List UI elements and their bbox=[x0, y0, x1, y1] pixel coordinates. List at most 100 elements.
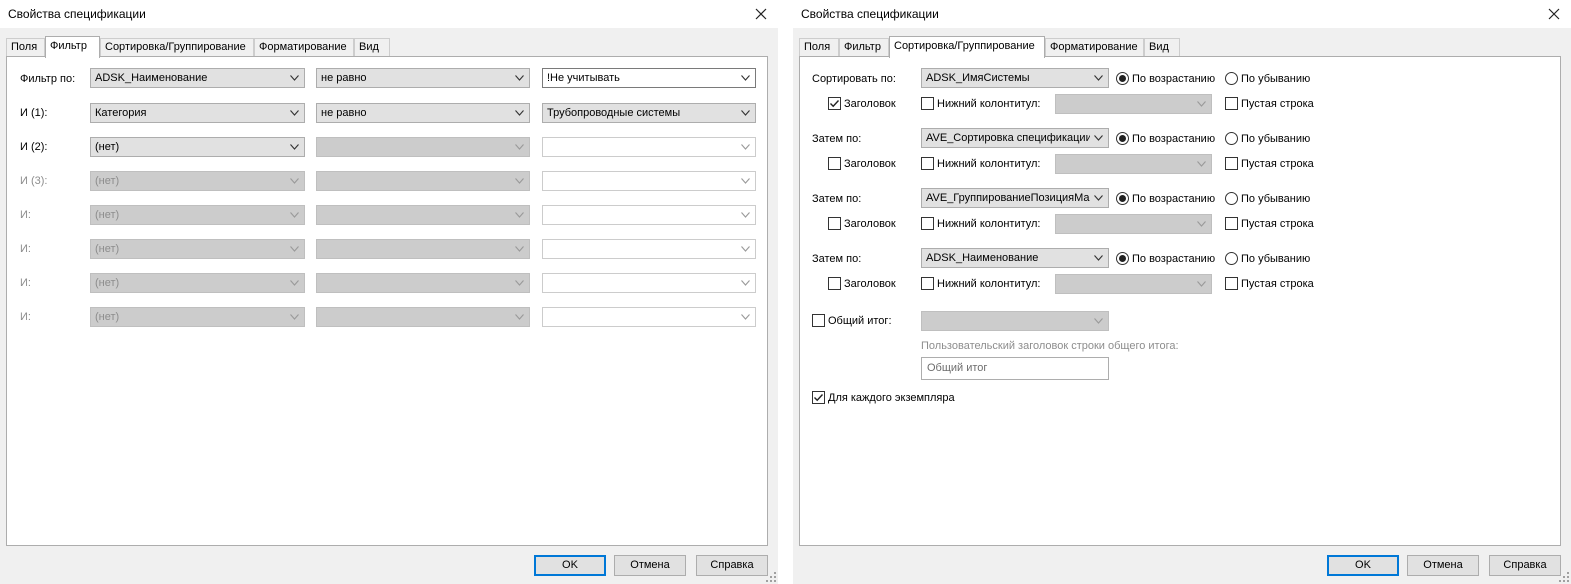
filter-panel bbox=[6, 56, 768, 546]
ascending-radio[interactable] bbox=[1116, 72, 1129, 85]
chevron-down-icon bbox=[1094, 318, 1103, 324]
filter-value-select[interactable]: !Не учитывать bbox=[542, 68, 756, 88]
header-checkbox[interactable] bbox=[828, 97, 841, 110]
close-icon bbox=[1548, 8, 1560, 20]
footer-checkbox[interactable] bbox=[921, 277, 934, 290]
footer-type-select bbox=[1055, 94, 1212, 114]
ascending-radio[interactable] bbox=[1116, 192, 1129, 205]
tab-strip: Поля Фильтр Сортировка/Группирование Фор… bbox=[6, 36, 778, 58]
grand-total-title-input[interactable]: Общий итог bbox=[921, 357, 1109, 380]
resize-grip-icon[interactable] bbox=[1559, 572, 1569, 582]
tab-filter[interactable]: Фильтр bbox=[45, 36, 100, 58]
radio-dot bbox=[1119, 195, 1126, 202]
filter-value-select bbox=[542, 137, 756, 157]
dialog-title: Свойства спецификации bbox=[801, 7, 939, 21]
custom-total-title-label: Пользовательский заголовок строки общего… bbox=[921, 340, 1179, 352]
help-button[interactable]: Справка bbox=[1489, 555, 1561, 576]
tab-formatting[interactable]: Форматирование bbox=[254, 38, 354, 57]
tab-sorting-grouping[interactable]: Сортировка/Группирование bbox=[100, 38, 254, 57]
checkmark-icon bbox=[830, 100, 840, 108]
sort-field-select[interactable]: AVE_ГруппированиеПозицияМар bbox=[921, 188, 1109, 208]
chevron-down-icon bbox=[290, 144, 299, 150]
filter-value-select[interactable]: Трубопроводные системы bbox=[542, 103, 756, 123]
filter-field-value: (нет) bbox=[95, 141, 120, 153]
every-instance-checkbox[interactable] bbox=[812, 391, 825, 404]
filter-operator-select[interactable]: не равно bbox=[316, 103, 530, 123]
filter-field-select[interactable]: Категория bbox=[90, 103, 305, 123]
blank-line-checkbox[interactable] bbox=[1225, 277, 1238, 290]
footer-checkbox[interactable] bbox=[921, 157, 934, 170]
chevron-down-icon bbox=[515, 144, 524, 150]
sort-field-value: ADSK_Наименование bbox=[926, 252, 1039, 264]
footer-label: Нижний колонтитул: bbox=[937, 98, 1041, 110]
filter-operator-value: не равно bbox=[321, 107, 367, 119]
filter-field-select[interactable]: ADSK_Наименование bbox=[90, 68, 305, 88]
sort-field-select[interactable]: ADSK_ИмяСистемы bbox=[921, 68, 1109, 88]
chevron-down-icon bbox=[515, 212, 524, 218]
sort-field-select[interactable]: AVE_Сортировка спецификации bbox=[921, 128, 1109, 148]
blank-line-checkbox[interactable] bbox=[1225, 217, 1238, 230]
resize-grip-icon[interactable] bbox=[766, 572, 776, 582]
filter-field-select: (нет) bbox=[90, 273, 305, 293]
close-button[interactable] bbox=[1543, 3, 1565, 25]
sort-field-select[interactable]: ADSK_Наименование bbox=[921, 248, 1109, 268]
tab-fields[interactable]: Поля bbox=[6, 38, 45, 57]
then-by-label: Затем по: bbox=[812, 193, 862, 205]
every-instance-label: Для каждого экземпляра bbox=[828, 392, 955, 404]
descending-radio[interactable] bbox=[1225, 192, 1238, 205]
filter-operator-select[interactable]: не равно bbox=[316, 68, 530, 88]
blank-line-checkbox[interactable] bbox=[1225, 157, 1238, 170]
chevron-down-icon bbox=[515, 75, 524, 81]
chevron-down-icon bbox=[1197, 161, 1206, 167]
header-label: Заголовок bbox=[844, 158, 896, 170]
ascending-radio[interactable] bbox=[1116, 132, 1129, 145]
footer-label: Нижний колонтитул: bbox=[937, 278, 1041, 290]
ok-button[interactable]: OK bbox=[1327, 555, 1399, 576]
header-checkbox[interactable] bbox=[828, 217, 841, 230]
filter-value-select bbox=[542, 307, 756, 327]
tab-sorting-grouping[interactable]: Сортировка/Группирование bbox=[889, 36, 1045, 58]
descending-radio[interactable] bbox=[1225, 252, 1238, 265]
tab-fields[interactable]: Поля bbox=[799, 38, 839, 57]
filter-field-select[interactable]: (нет) bbox=[90, 137, 305, 157]
filter-field-select: (нет) bbox=[90, 171, 305, 191]
ok-button[interactable]: OK bbox=[534, 555, 606, 576]
descending-radio[interactable] bbox=[1225, 132, 1238, 145]
filter-field-value: Категория bbox=[95, 107, 147, 119]
header-checkbox[interactable] bbox=[828, 157, 841, 170]
grand-total-title-value: Общий итог bbox=[927, 362, 988, 374]
blank-line-checkbox[interactable] bbox=[1225, 97, 1238, 110]
footer-label: Нижний колонтитул: bbox=[937, 158, 1041, 170]
footer-label: Нижний колонтитул: bbox=[937, 218, 1041, 230]
filter-row-label: И: bbox=[20, 209, 31, 221]
tab-formatting[interactable]: Форматирование bbox=[1045, 38, 1144, 57]
title-bar: Свойства спецификации bbox=[793, 0, 1571, 28]
close-button[interactable] bbox=[750, 3, 772, 25]
footer-checkbox[interactable] bbox=[921, 217, 934, 230]
chevron-down-icon bbox=[741, 280, 750, 286]
sort-field-value: AVE_Сортировка спецификации bbox=[926, 132, 1090, 144]
descending-radio[interactable] bbox=[1225, 72, 1238, 85]
header-label: Заголовок bbox=[844, 278, 896, 290]
ascending-radio[interactable] bbox=[1116, 252, 1129, 265]
filter-field-value: (нет) bbox=[95, 175, 120, 187]
cancel-button[interactable]: Отмена bbox=[1407, 555, 1479, 576]
help-button[interactable]: Справка bbox=[696, 555, 768, 576]
footer-checkbox[interactable] bbox=[921, 97, 934, 110]
chevron-down-icon bbox=[515, 314, 524, 320]
tab-appearance[interactable]: Вид bbox=[354, 38, 390, 57]
chevron-down-icon bbox=[515, 110, 524, 116]
radio-dot bbox=[1119, 135, 1126, 142]
then-by-label: Затем по: bbox=[812, 253, 862, 265]
cancel-button[interactable]: Отмена bbox=[614, 555, 686, 576]
chevron-down-icon bbox=[1094, 75, 1103, 81]
filter-row-label: И: bbox=[20, 311, 31, 323]
grand-total-checkbox[interactable] bbox=[812, 314, 825, 327]
tab-filter[interactable]: Фильтр bbox=[839, 38, 889, 57]
descending-label: По убыванию bbox=[1241, 193, 1311, 205]
filter-operator-value: не равно bbox=[321, 72, 367, 84]
header-checkbox[interactable] bbox=[828, 277, 841, 290]
tab-appearance[interactable]: Вид bbox=[1144, 38, 1180, 57]
schedule-properties-dialog-sorting: Свойства спецификации Поля Фильтр Сортир… bbox=[793, 0, 1571, 584]
ascending-label: По возрастанию bbox=[1132, 133, 1216, 145]
